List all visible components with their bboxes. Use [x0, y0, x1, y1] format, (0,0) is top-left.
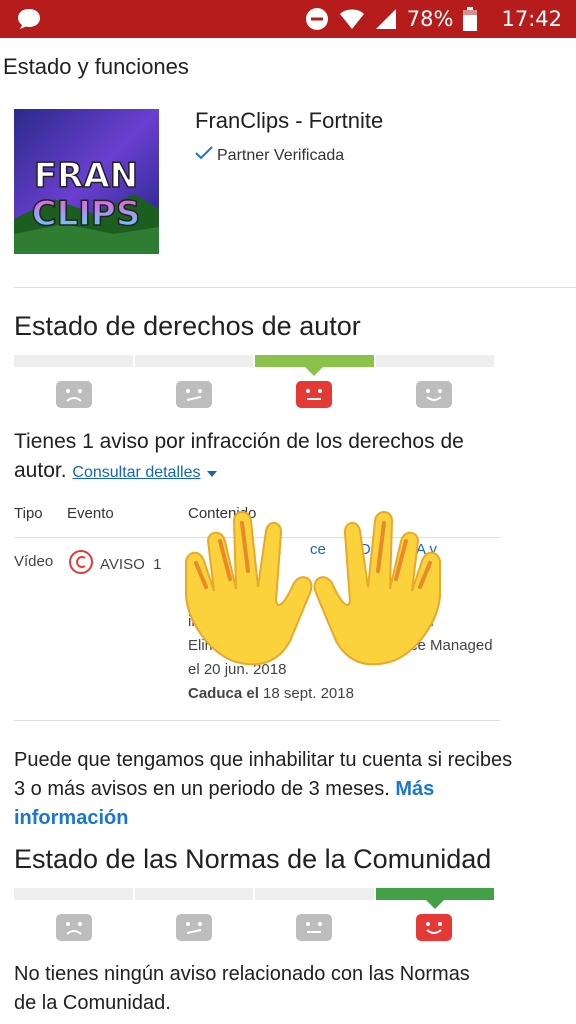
channel-name[interactable]: FranClips - Fortnite: [195, 108, 383, 134]
copyright-message: Tienes 1 aviso por infracción de los der…: [14, 427, 504, 487]
status-bar: 78% 17:42: [0, 0, 576, 38]
copyright-icon: [68, 549, 94, 579]
copyright-status-title: Estado de derechos de autor: [14, 311, 361, 341]
meter-segment-3: [375, 355, 494, 367]
neutral-face-icon: [296, 914, 332, 946]
content-expiry: Caduca el 18 sept. 2018: [188, 685, 354, 702]
checkmark-icon: [195, 145, 213, 166]
column-header-event: Evento: [67, 505, 114, 522]
unsure-face-icon: [176, 914, 212, 946]
row-type: Vídeo: [14, 553, 54, 570]
svg-text:CLIPS: CLIPS: [32, 194, 141, 234]
divider: [14, 287, 576, 288]
channel-thumbnail[interactable]: FRAN CLIPS: [14, 109, 159, 254]
sad-face-icon: [56, 381, 92, 413]
meter-segment-1: [134, 355, 253, 367]
copyright-warning: Puede que tengamos que inhabilitar tu cu…: [14, 749, 513, 829]
copyright-faces: [14, 381, 494, 413]
meter-segment-0: [14, 888, 133, 900]
partner-badge: Partner Verificada: [195, 145, 344, 166]
raised-hands-emoji-icon: [178, 501, 448, 676]
divider: [14, 720, 500, 721]
community-strike-meter: [14, 888, 494, 909]
community-message: No tienes ningún aviso relacionado con l…: [14, 963, 470, 1014]
unsure-face-icon: [176, 381, 212, 413]
partner-label: Partner Verificada: [217, 146, 345, 164]
sad-face-icon: [56, 914, 92, 946]
meter-segment-1: [134, 888, 253, 900]
neutral-face-icon-active: [296, 381, 332, 413]
page-title: Estado y funciones: [3, 54, 189, 79]
svg-text:FRAN: FRAN: [34, 156, 138, 196]
copyright-strike-meter: [14, 355, 494, 376]
column-header-type: Tipo: [14, 505, 43, 522]
meter-segment-2: [255, 888, 374, 900]
meter-segment-0: [14, 355, 133, 367]
battery-percent: 78%: [406, 7, 454, 31]
signal-icon: [375, 8, 397, 30]
battery-icon: [463, 7, 478, 31]
row-event: AVISO 1: [68, 549, 161, 579]
do-not-disturb-icon: [305, 7, 329, 31]
dropdown-caret-icon[interactable]: [206, 457, 218, 486]
clock: 17:42: [501, 7, 562, 31]
wifi-icon: [339, 8, 365, 30]
community-status-title: Estado de las Normas de la Comunidad: [14, 844, 492, 874]
meter-segment-2-active: [255, 355, 374, 376]
happy-face-icon: [416, 381, 452, 413]
happy-face-icon-active: [416, 914, 452, 946]
community-faces: [14, 914, 494, 946]
meter-segment-3-active: [375, 888, 494, 909]
chat-bubble-icon: [16, 7, 42, 36]
details-link[interactable]: Consultar detalles: [72, 464, 200, 481]
